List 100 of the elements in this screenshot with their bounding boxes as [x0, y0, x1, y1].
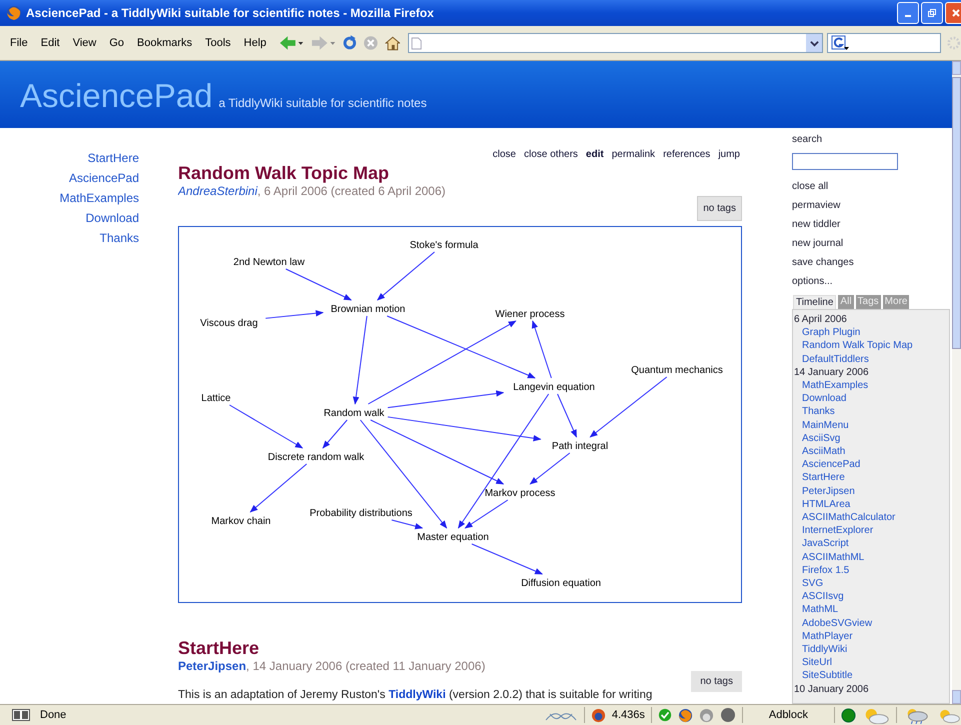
arrow — [471, 544, 543, 574]
node-label: Master equation — [417, 532, 489, 543]
node-label: 2nd Newton law — [233, 257, 305, 268]
timeline-link[interactable]: ASCIIMathML — [794, 550, 864, 564]
timeline-link[interactable]: SiteUrl — [794, 656, 832, 670]
node-label: Probability distributions — [310, 508, 412, 519]
timeline-link[interactable]: MainMenu — [794, 418, 849, 432]
scroll-thumb[interactable] — [952, 77, 961, 349]
home-icon[interactable] — [384, 35, 400, 51]
author-link[interactable]: PeterJipsen — [178, 659, 246, 673]
check-icon — [658, 708, 672, 722]
arrow — [376, 252, 435, 301]
timeline-link[interactable]: HTMLArea — [794, 498, 850, 512]
timeline-link[interactable]: MathPlayer — [794, 630, 853, 644]
node-label: Brownian motion — [330, 304, 406, 315]
timeline-date: 14 January 2006 — [794, 366, 869, 380]
tiddler-command[interactable]: close — [492, 149, 516, 160]
node-label: Langevin equation — [513, 382, 595, 393]
status-text: Done — [40, 709, 66, 721]
main-menu-link[interactable]: AsciencePad — [68, 168, 139, 188]
address-field[interactable] — [408, 33, 824, 53]
firefox-icon — [678, 708, 693, 722]
timeline-link[interactable]: PeterJipsen — [794, 484, 855, 498]
site-subtitle: a TiddlyWiki suitable for scientific notes — [218, 96, 427, 110]
menu-item[interactable]: Bookmarks — [137, 37, 192, 49]
search-field[interactable] — [827, 33, 942, 53]
node-label: Markov chain — [211, 516, 271, 527]
arrow — [250, 464, 308, 513]
fox-icon — [590, 708, 606, 722]
node-label: Diffusion equation — [521, 578, 601, 589]
tiddlywiki-link[interactable]: TiddlyWiki — [388, 689, 446, 701]
node-label: Discrete random walk — [268, 452, 364, 463]
throbber-icon — [947, 36, 961, 50]
sidebar-command[interactable]: permaview — [792, 196, 840, 215]
close-button[interactable] — [945, 2, 961, 24]
google-icon[interactable] — [831, 35, 850, 51]
arrow — [285, 268, 352, 300]
timeline-link[interactable]: ASCIIsvg — [794, 590, 844, 604]
timeline-link[interactable]: DefaultTiddlers — [794, 352, 869, 366]
timeline-link[interactable]: JavaScript — [794, 537, 849, 551]
minimize-button[interactable] — [897, 2, 919, 24]
timeline-link[interactable]: MathML — [794, 603, 838, 617]
tiddler-command[interactable]: references — [663, 149, 710, 160]
page-icon — [410, 36, 422, 50]
timeline-link[interactable]: Random Walk Topic Map — [794, 339, 913, 353]
menu-item[interactable]: Go — [109, 37, 124, 49]
sidebar-command[interactable]: save changes — [792, 253, 854, 272]
node-label: Viscous drag — [200, 318, 258, 329]
sidebar-command[interactable]: new tiddler — [792, 215, 840, 234]
timeline-date: 10 January 2006 — [794, 682, 869, 696]
main-menu-link[interactable]: Thanks — [100, 228, 139, 248]
timeline-link[interactable]: SiteSubtitle — [794, 669, 853, 683]
timeline-link[interactable]: Firefox 1.5 — [794, 564, 850, 578]
timeline-link[interactable]: ASCIIMathCalculator — [794, 511, 896, 524]
sidebar-command[interactable]: options... — [792, 272, 833, 291]
adblock-button[interactable]: Adblock — [748, 709, 828, 721]
timeline-link[interactable]: StartHere — [794, 471, 845, 485]
tiddler-command[interactable]: edit — [586, 149, 604, 160]
tiddler-command[interactable]: permalink — [612, 149, 656, 160]
node-label: Stoke's formula — [410, 240, 478, 251]
menu-item[interactable]: View — [72, 37, 96, 49]
menu-item[interactable]: Edit — [40, 37, 60, 49]
sidebar-command[interactable]: new journal — [792, 234, 844, 253]
page-info-icon — [12, 709, 30, 721]
tiddler-command[interactable]: jump — [718, 149, 740, 160]
reload-icon[interactable] — [342, 35, 358, 51]
timeline-link[interactable]: Download — [794, 392, 846, 406]
dropdown-button[interactable] — [806, 34, 822, 52]
timeline-link[interactable]: TiddlyWiki — [794, 643, 848, 656]
arrow — [557, 394, 577, 438]
tiddler-command[interactable]: close others — [524, 149, 578, 160]
site-title: AsciencePad — [20, 77, 213, 115]
minimize-icon — [905, 15, 911, 17]
timeline-link[interactable]: SVG — [794, 577, 824, 590]
timeline-link[interactable]: Graph Plugin — [794, 326, 860, 340]
menu-item[interactable]: Tools — [205, 37, 231, 49]
node-label: Random walk — [324, 408, 384, 419]
menu-item[interactable]: Help — [244, 37, 266, 49]
sidebar-tab[interactable]: Timeline — [793, 295, 836, 309]
back-icon[interactable] — [279, 35, 304, 51]
main-menu-link[interactable]: MathExamples — [60, 188, 139, 208]
tags-button[interactable]: no tags — [691, 671, 742, 692]
sidebar-command[interactable]: close all — [792, 177, 828, 196]
timeline-link[interactable]: AsciiSvg — [794, 432, 840, 446]
timeline-link[interactable]: MathExamples — [794, 379, 868, 392]
timeline-link[interactable]: Thanks — [794, 405, 835, 419]
timeline-link[interactable]: AdobeSVGview — [794, 616, 872, 630]
timeline-link[interactable]: InternetExplorer — [794, 524, 874, 538]
node-label: Path integral — [552, 441, 608, 452]
timeline-link[interactable]: AsciencePad — [794, 458, 860, 472]
monkey-icon — [698, 708, 714, 722]
search-input[interactable] — [792, 153, 898, 170]
search-label: search — [792, 133, 822, 147]
timeline-link[interactable]: AsciiMath — [794, 445, 846, 458]
main-menu-link[interactable]: Download — [86, 208, 139, 228]
scrollbar[interactable] — [952, 61, 961, 704]
maximize-button[interactable] — [921, 2, 943, 24]
main-menu-link[interactable]: StartHere — [88, 148, 139, 168]
tags-button[interactable]: no tags — [697, 196, 742, 221]
menu-item[interactable]: File — [10, 37, 28, 49]
